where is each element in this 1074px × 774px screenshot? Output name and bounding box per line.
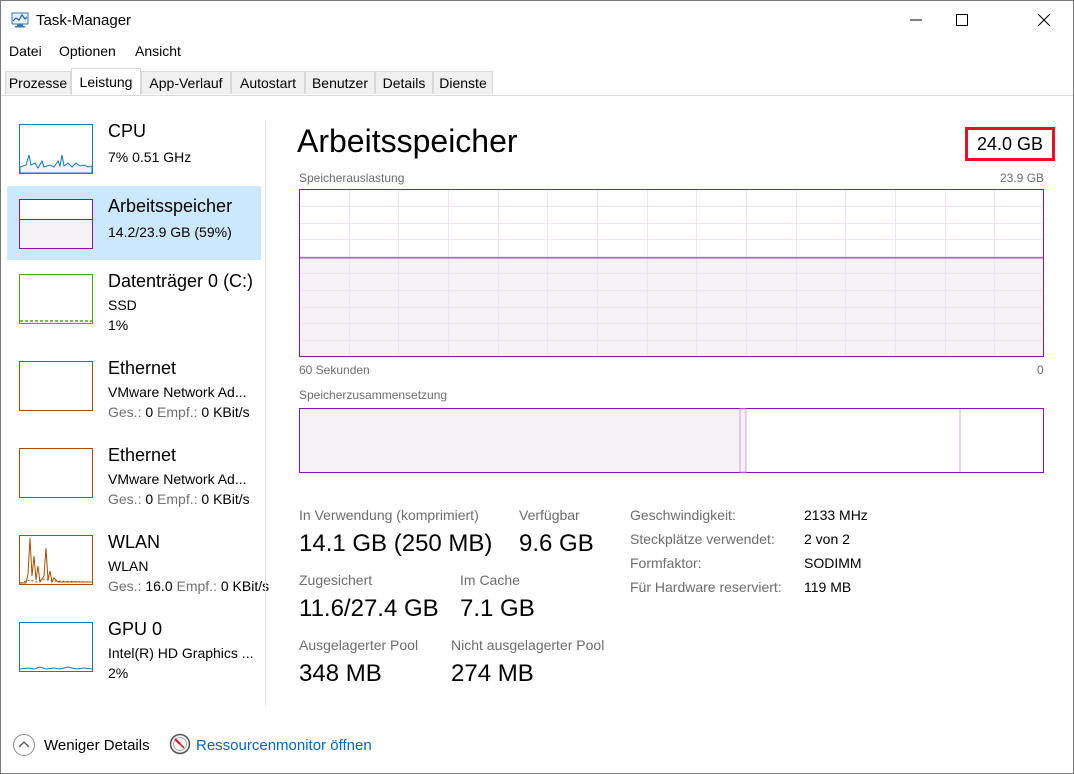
resource-monitor-icon — [169, 733, 191, 755]
detail-value-slots: 2 von 2 — [804, 531, 850, 547]
close-button[interactable] — [1021, 1, 1067, 39]
menu-datei[interactable]: Datei — [9, 43, 42, 59]
ethernet-thumbnail-graph — [19, 361, 93, 411]
sidebar-item-ethernet-1[interactable]: Ethernet VMware Network Ad... Ges.: 0 Em… — [7, 348, 261, 422]
sidebar-detail: VMware Network Ad... — [108, 471, 247, 487]
title-bar[interactable]: Task-Manager — [1, 1, 1073, 39]
memory-usage-graph — [299, 189, 1044, 357]
sidebar-title: Ethernet — [108, 358, 177, 378]
task-manager-window: Task-Manager Datei Optionen Ansicht Proz… — [0, 0, 1074, 774]
usage-graph-fill — [300, 257, 1043, 356]
sidebar-item-wlan[interactable]: WLAN WLAN Ges.: 16.0 Empf.: 0 KBit/s — [7, 522, 269, 596]
menu-ansicht[interactable]: Ansicht — [135, 43, 181, 59]
stat-value-committed: 11.6/27.4 GB — [299, 595, 439, 622]
memory-composition-bar — [299, 408, 1044, 473]
chevron-up-circle-icon[interactable] — [12, 733, 36, 757]
total-memory-value: 24.0 GB — [965, 127, 1055, 161]
gpu-thumbnail-graph — [19, 622, 93, 672]
sidebar-title: CPU — [108, 121, 147, 141]
sidebar-item-cpu[interactable]: CPU 7% 0.51 GHz — [7, 111, 261, 185]
stat-value-in-use: 14.1 GB (250 MB) — [299, 530, 493, 557]
minimize-icon — [910, 19, 922, 21]
stat-value-paged-pool: 348 MB — [299, 660, 382, 687]
tab-benutzer[interactable]: Benutzer — [305, 71, 375, 94]
usage-graph-label: Speicherauslastung — [299, 171, 405, 185]
stat-label-cached: Im Cache — [460, 572, 520, 588]
menu-bar: Datei Optionen Ansicht — [1, 41, 1073, 63]
stat-label-committed: Zugesichert — [299, 572, 373, 588]
time-axis-label: 60 Sekunden — [299, 363, 370, 377]
sidebar-title: Arbeitsspeicher — [108, 196, 233, 216]
detail-label-form-factor: Formfaktor: — [630, 555, 702, 571]
disk-thumbnail-graph — [19, 274, 93, 324]
composition-modified — [739, 408, 747, 473]
sidebar-detail: SSD — [108, 297, 137, 313]
sidebar-detail: 14.2/23.9 GB (59%) — [108, 224, 232, 240]
stat-label-in-use: In Verwendung (komprimiert) — [299, 507, 479, 523]
detail-label-speed: Geschwindigkeit: — [630, 507, 736, 523]
wlan-thumbnail-graph — [19, 535, 93, 585]
sidebar-item-arbeitsspeicher[interactable]: Arbeitsspeicher 14.2/23.9 GB (59%) — [7, 186, 261, 260]
tab-app-verlauf[interactable]: App-Verlauf — [141, 71, 231, 94]
window-title: Task-Manager — [36, 12, 132, 29]
sidebar-detail: 7% 0.51 GHz — [108, 149, 192, 165]
detail-value-form-factor: SODIMM — [804, 555, 862, 571]
sidebar-detail-2: 2% — [108, 665, 129, 681]
sidebar-detail: Intel(R) HD Graphics ... — [108, 645, 254, 661]
sidebar-title: WLAN — [108, 532, 161, 552]
ethernet-thumbnail-graph — [19, 448, 93, 498]
memory-thumbnail-graph — [19, 199, 93, 249]
fewer-details-button[interactable]: Weniger Details — [44, 737, 150, 754]
sidebar-detail: WLAN — [108, 558, 149, 574]
close-icon — [1038, 14, 1050, 26]
sidebar-detail: VMware Network Ad... — [108, 384, 247, 400]
sidebar-detail-2: 1% — [108, 317, 129, 333]
open-resource-monitor-link[interactable]: Ressourcenmonitor öffnen — [196, 737, 372, 754]
maximize-button[interactable] — [939, 1, 985, 39]
tab-prozesse[interactable]: Prozesse — [5, 71, 71, 94]
detail-label-reserved: Für Hardware reserviert: — [630, 579, 782, 595]
sidebar-title: Ethernet — [108, 445, 177, 465]
menu-optionen[interactable]: Optionen — [59, 43, 116, 59]
tab-details[interactable]: Details — [375, 71, 433, 94]
page-title: Arbeitsspeicher — [297, 123, 518, 159]
maximize-icon — [956, 14, 968, 26]
detail-value-speed: 2133 MHz — [804, 507, 868, 523]
composition-in-use — [300, 409, 740, 472]
task-manager-icon — [11, 12, 29, 28]
stat-label-available: Verfügbar — [519, 507, 580, 523]
sidebar-throughput: Ges.: 16.0 Empf.: 0 KBit/s — [108, 578, 270, 594]
tab-dienste[interactable]: Dienste — [433, 71, 493, 94]
minimize-button[interactable] — [893, 1, 939, 39]
sidebar-item-datentraeger[interactable]: Datenträger 0 (C:) SSD 1% — [7, 261, 261, 335]
sidebar-item-ethernet-2[interactable]: Ethernet VMware Network Ad... Ges.: 0 Em… — [7, 435, 261, 509]
sidebar-title: GPU 0 — [108, 619, 163, 639]
sidebar-throughput: Ges.: 0 Empf.: 0 KBit/s — [108, 404, 250, 420]
stat-label-nonpaged-pool: Nicht ausgelagerter Pool — [451, 637, 605, 653]
sidebar-throughput: Ges.: 0 Empf.: 0 KBit/s — [108, 491, 250, 507]
usage-graph-max: 23.9 GB — [1000, 171, 1045, 185]
composition-label: Speicherzusammensetzung — [299, 388, 448, 402]
sidebar-title: Datenträger 0 (C:) — [108, 271, 254, 291]
stat-value-available: 9.6 GB — [519, 530, 594, 557]
stat-label-paged-pool: Ausgelagerter Pool — [299, 637, 419, 653]
pane-divider[interactable] — [265, 121, 266, 706]
sidebar-item-gpu[interactable]: GPU 0 Intel(R) HD Graphics ... 2% — [7, 609, 261, 683]
time-axis-end: 0 — [1037, 363, 1044, 377]
detail-label-slots: Steckplätze verwendet: — [630, 531, 775, 547]
tab-autostart[interactable]: Autostart — [231, 71, 305, 94]
tab-bar: Prozesse Leistung App-Verlauf Autostart … — [1, 68, 1073, 96]
tab-leistung[interactable]: Leistung — [71, 68, 141, 95]
stat-value-nonpaged-pool: 274 MB — [451, 660, 534, 687]
stat-value-cached: 7.1 GB — [460, 595, 535, 622]
cpu-thumbnail-graph — [19, 124, 93, 174]
detail-value-reserved: 119 MB — [804, 579, 852, 595]
